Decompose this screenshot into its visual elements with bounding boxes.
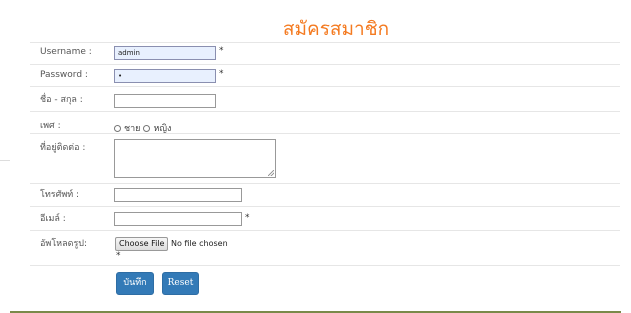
male-radio[interactable] bbox=[114, 124, 121, 132]
password-input[interactable]: • bbox=[114, 69, 216, 83]
email-input[interactable] bbox=[114, 212, 242, 226]
username-input[interactable]: admin bbox=[114, 46, 216, 60]
required-marker: * bbox=[245, 213, 250, 223]
fullname-input[interactable] bbox=[114, 94, 216, 108]
required-marker: * bbox=[219, 46, 224, 56]
password-label: Password : bbox=[40, 70, 88, 80]
divider bbox=[30, 183, 620, 184]
divider bbox=[30, 64, 620, 65]
male-option-label: ชาย bbox=[124, 124, 141, 134]
divider bbox=[30, 42, 620, 43]
username-label: Username : bbox=[40, 47, 92, 57]
address-textarea[interactable] bbox=[114, 139, 276, 178]
file-status-text: No file chosen bbox=[171, 239, 228, 248]
email-label: อีเมล์ : bbox=[40, 214, 66, 224]
female-radio[interactable] bbox=[143, 124, 151, 132]
address-label: ที่อยู่ติดต่อ : bbox=[40, 143, 86, 153]
gender-label: เพศ : bbox=[40, 121, 61, 131]
page-title: สมัครสมาชิก bbox=[282, 18, 390, 40]
reset-button[interactable]: Reset bbox=[162, 272, 199, 295]
gender-radio-group: ชาย หญิง bbox=[114, 121, 171, 135]
female-option-label: หญิง bbox=[153, 124, 172, 134]
save-button[interactable]: บันทึก bbox=[116, 272, 154, 295]
divider bbox=[30, 230, 620, 231]
photo-label: อัพโหลดรูป: bbox=[40, 239, 88, 249]
divider bbox=[30, 206, 620, 207]
phone-input[interactable] bbox=[114, 188, 242, 202]
divider bbox=[0, 160, 10, 161]
fullname-label: ชื่อ - สกุล : bbox=[40, 95, 83, 105]
divider bbox=[30, 111, 620, 112]
divider bbox=[30, 265, 620, 266]
divider bbox=[30, 86, 620, 87]
choose-file-button[interactable]: Choose File bbox=[115, 237, 169, 251]
phone-label: โทรศัพท์ : bbox=[40, 190, 80, 200]
required-marker: * bbox=[219, 69, 224, 79]
required-marker: * bbox=[116, 251, 121, 261]
resize-grip-icon[interactable] bbox=[268, 170, 274, 176]
